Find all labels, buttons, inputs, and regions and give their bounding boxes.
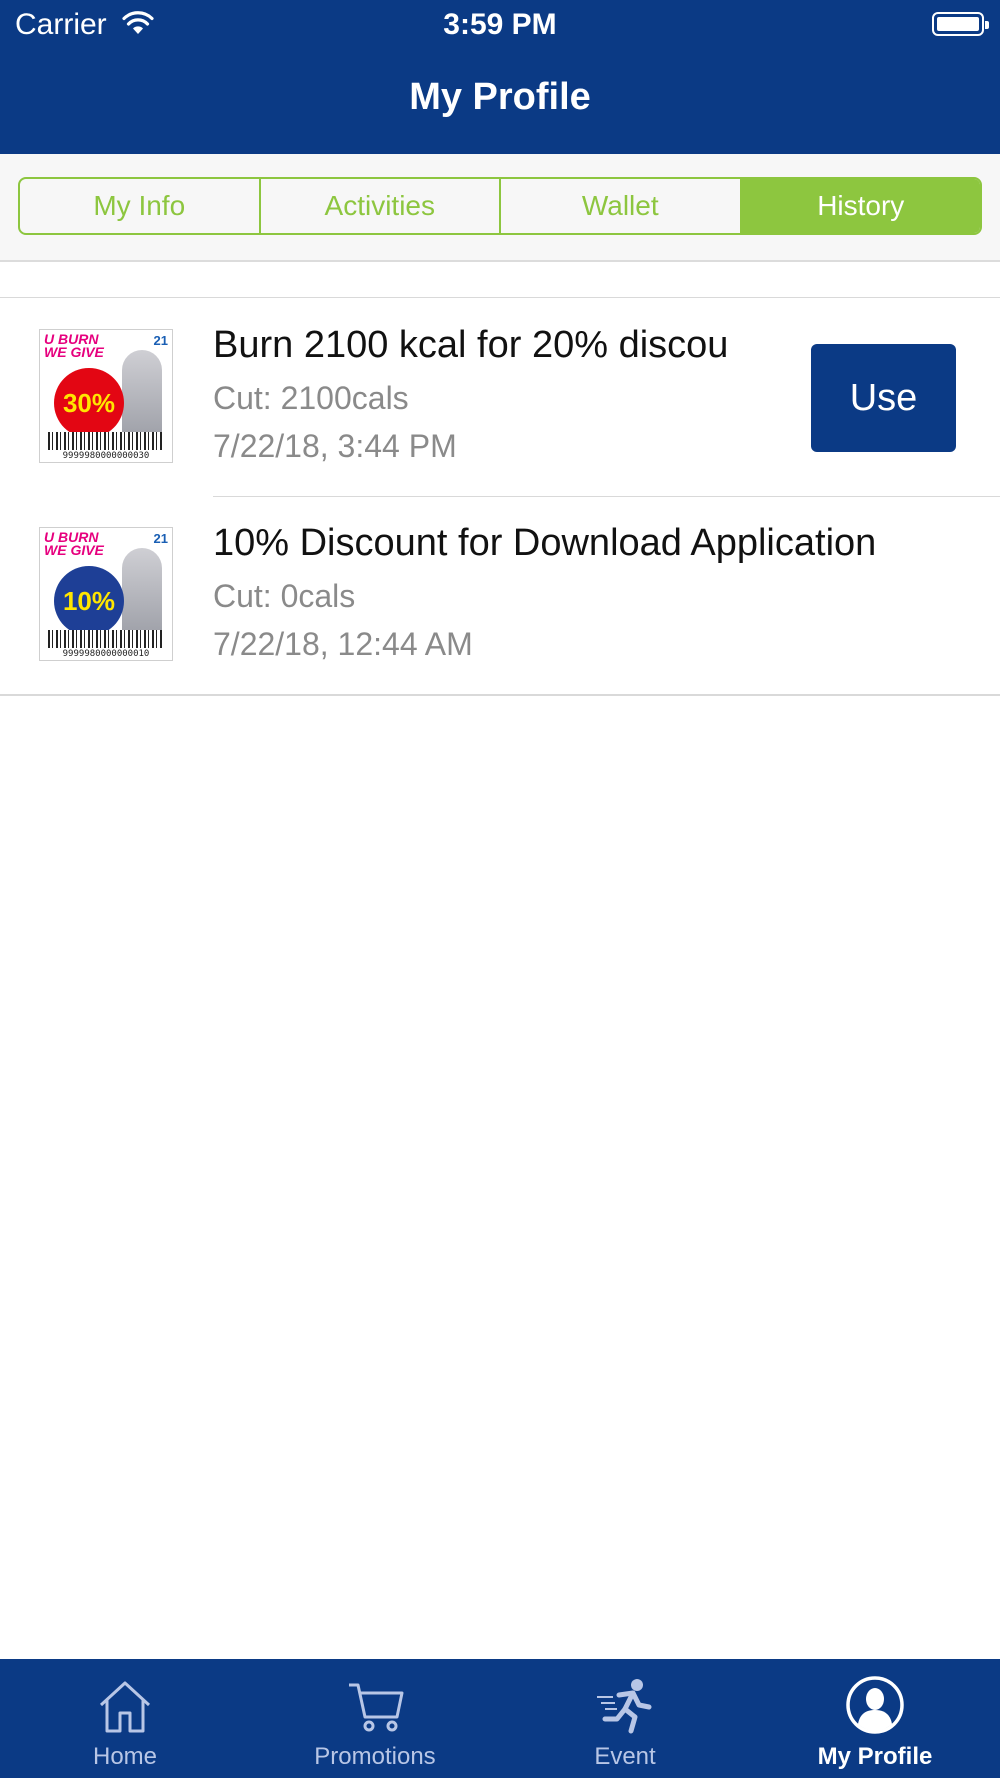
battery-icon <box>932 12 989 36</box>
history-item-title: Burn 2100 kcal for 20% discou <box>213 324 729 366</box>
coupon-brand: U BURN WE GIVE <box>44 529 104 558</box>
history-item[interactable]: U BURN WE GIVE 21 30% 9999980000000030 B… <box>0 298 1000 496</box>
history-item-cut: Cut: 0cals <box>213 578 356 614</box>
model-image <box>122 350 162 438</box>
segment-activities[interactable]: Activities <box>261 179 501 233</box>
tab-label: My Profile <box>817 1743 933 1770</box>
tab-bar: Home Promotions Event My Profile <box>0 1659 1000 1778</box>
profile-icon <box>846 1676 904 1734</box>
coupon-thumbnail: U BURN WE GIVE 21 30% 9999980000000030 <box>39 329 173 463</box>
discount-badge: 10% <box>54 566 124 636</box>
segment-history[interactable]: History <box>741 179 980 233</box>
segment-wallet[interactable]: Wallet <box>501 179 742 233</box>
cart-icon <box>349 1683 404 1732</box>
page-title: My Profile <box>409 76 591 118</box>
status-time: 3:59 PM <box>443 8 557 41</box>
tab-event[interactable]: Event <box>500 1659 750 1778</box>
history-list: U BURN WE GIVE 21 30% 9999980000000030 B… <box>0 297 1000 696</box>
partner-logo: 21 <box>153 531 168 546</box>
barcode <box>48 432 164 450</box>
history-item-cut: Cut: 2100cals <box>213 380 409 416</box>
history-item[interactable]: U BURN WE GIVE 21 10% 9999980000000010 1… <box>0 496 1000 694</box>
use-button[interactable]: Use <box>811 344 956 452</box>
home-icon <box>99 1681 151 1733</box>
segment-my-info[interactable]: My Info <box>20 179 261 233</box>
model-image <box>122 548 162 636</box>
coupon-brand: U BURN WE GIVE <box>44 331 104 360</box>
history-item-title: 10% Discount for Download Application <box>213 522 877 564</box>
barcode-number: 9999980000000030 <box>62 451 150 461</box>
partner-logo: 21 <box>153 333 168 348</box>
runner-icon <box>597 1679 652 1734</box>
segment-bar: My Info Activities Wallet History <box>0 154 1000 262</box>
tab-my-profile[interactable]: My Profile <box>750 1659 1000 1778</box>
tab-promotions[interactable]: Promotions <box>250 1659 500 1778</box>
tab-label: Event <box>594 1743 656 1770</box>
history-item-date: 7/22/18, 12:44 AM <box>213 626 473 662</box>
tab-label: Promotions <box>314 1743 436 1770</box>
barcode <box>48 630 164 648</box>
status-bar: Carrier 3:59 PM <box>0 0 1000 50</box>
coupon-thumbnail: U BURN WE GIVE 21 10% 9999980000000010 <box>39 527 173 661</box>
tab-label: Home <box>92 1743 158 1770</box>
profile-segmented-control: My Info Activities Wallet History <box>18 177 982 235</box>
discount-badge: 30% <box>54 368 124 438</box>
tab-home[interactable]: Home <box>0 1659 250 1778</box>
history-item-date: 7/22/18, 3:44 PM <box>213 428 457 464</box>
barcode-number: 9999980000000010 <box>62 649 150 659</box>
navigation-bar: Carrier 3:59 PM My Profile <box>0 0 1000 154</box>
